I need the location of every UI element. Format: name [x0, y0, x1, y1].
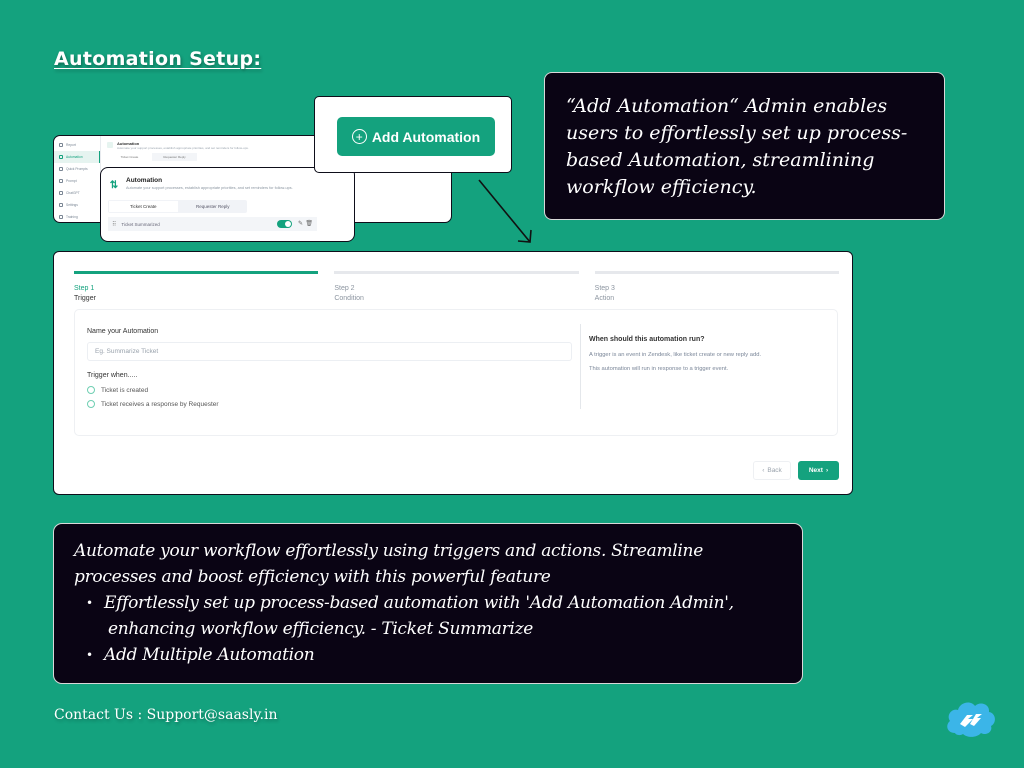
sidebar-item-label: Automation: [66, 155, 83, 159]
radio-button[interactable]: [87, 400, 95, 408]
automation-tabs: Ticket Create Requester Reply: [108, 200, 247, 213]
automation-title: Automation: [126, 177, 163, 184]
mini-tabs: Ticket Create Requester Reply: [107, 153, 197, 161]
tab-ticket-create[interactable]: Ticket Create: [107, 153, 152, 161]
next-label: Next: [808, 467, 823, 474]
step-trigger[interactable]: Step 1 Trigger: [74, 271, 319, 304]
step-progress-bar: [334, 271, 579, 274]
bullet-item: Add Multiple Automation: [74, 642, 786, 668]
mini-header: Automation Automate your support process…: [107, 141, 249, 150]
automation-subtitle: Automate your support processes, establi…: [126, 186, 293, 190]
bullet-text: Effortlessly set up process-based automa…: [104, 593, 734, 613]
contact-text: Contact Us : Support@saasly.in: [54, 707, 278, 723]
edit-icon[interactable]: ✎: [298, 220, 303, 227]
sidebar-item-automation[interactable]: Automation: [54, 151, 100, 163]
feature-description: Automate your workflow effortlessly usin…: [53, 523, 803, 684]
step-number: Step 3: [594, 285, 615, 292]
divider: [580, 324, 581, 409]
automation-list-item[interactable]: ⠿ Ticket Summarized ✎ 🗑: [108, 217, 317, 231]
automation-icon: [107, 142, 113, 148]
add-automation-label: Add Automation: [371, 128, 481, 145]
plus-circle-icon: +: [351, 129, 367, 144]
radio-button[interactable]: [87, 386, 95, 394]
bullet-item: Effortlessly set up process-based automa…: [74, 590, 786, 642]
radio-label: Ticket receives a response by Requester: [101, 400, 219, 408]
step-progress-bar: [594, 271, 839, 274]
back-label: Back: [767, 467, 782, 474]
sidebar-item-settings[interactable]: Settings: [54, 199, 100, 211]
automation-card-zoomed: ⇅ Automation Automate your support proce…: [100, 167, 355, 242]
trigger-form: Name your Automation Trigger when..... T…: [74, 309, 838, 436]
sidebar-item-report[interactable]: Report: [54, 139, 100, 151]
training-icon: [59, 215, 63, 219]
back-button[interactable]: ‹ Back: [753, 461, 791, 480]
automation-icon: ⇅: [109, 179, 119, 191]
add-automation-button[interactable]: + Add Automation: [337, 117, 495, 156]
sidebar-item-training[interactable]: Training: [54, 211, 100, 222]
step-number: Step 2: [334, 285, 355, 292]
tab-requester-reply[interactable]: Requester Reply: [152, 153, 197, 161]
bullet-text: Add Multiple Automation: [104, 645, 315, 665]
prompt-icon: [59, 179, 63, 183]
description-intro: Automate your workflow effortlessly usin…: [74, 541, 703, 587]
delete-icon[interactable]: 🗑: [305, 220, 313, 227]
enable-toggle[interactable]: [277, 220, 292, 228]
callout-box: “Add Automation“ Admin enables users to …: [544, 72, 945, 220]
chatgpt-icon: [59, 191, 63, 195]
chevron-left-icon: ‹: [762, 467, 765, 474]
tab-ticket-create[interactable]: Ticket Create: [109, 201, 178, 212]
info-text: A trigger is an event in Zendesk, like t…: [589, 352, 762, 358]
sidebar-item-quick-prompts[interactable]: Quick Prompts: [54, 163, 100, 175]
sidebar-item-label: Training: [66, 215, 78, 219]
mini-sidebar: Report Automation Quick Prompts Prompt C…: [54, 136, 101, 222]
sidebar-item-label: Report: [66, 143, 76, 147]
radio-label: Ticket is created: [101, 386, 149, 394]
step-condition[interactable]: Step 2 Condition: [334, 271, 579, 304]
sidebar-item-label: Prompt: [66, 179, 77, 183]
info-title: When should this automation run?: [589, 336, 705, 343]
next-button[interactable]: Next ›: [798, 461, 839, 480]
step-action[interactable]: Step 3 Action: [594, 271, 839, 304]
tab-requester-reply[interactable]: Requester Reply: [179, 200, 248, 213]
sidebar-item-prompt[interactable]: Prompt: [54, 175, 100, 187]
trigger-option-requester-response[interactable]: Ticket receives a response by Requester: [87, 400, 219, 408]
name-label: Name your Automation: [87, 328, 159, 335]
sidebar-item-label: Quick Prompts: [66, 167, 88, 171]
report-icon: [59, 143, 63, 147]
quick-prompts-icon: [59, 167, 63, 171]
drag-handle-icon[interactable]: ⠿: [112, 221, 117, 228]
step-name: Condition: [334, 295, 364, 302]
info-text: This automation will run in response to …: [589, 366, 729, 372]
pointer-arrow-icon: [478, 179, 532, 243]
settings-icon: [59, 203, 63, 207]
saasly-cloud-logo-icon: [947, 702, 995, 737]
bullet-text: enhancing workflow efficiency. - Ticket …: [108, 619, 533, 639]
automation-item-label: Ticket Summarized: [121, 221, 160, 227]
step-progress-bar: [74, 271, 319, 274]
automation-name-input[interactable]: [87, 342, 572, 361]
add-automation-popover: + Add Automation: [314, 96, 512, 173]
sidebar-item-label: ChatGPT: [66, 191, 80, 195]
feature-bullets: Effortlessly set up process-based automa…: [74, 590, 786, 668]
automation-icon: [59, 155, 63, 159]
sidebar-item-chatgpt[interactable]: ChatGPT: [54, 187, 100, 199]
trigger-option-ticket-created[interactable]: Ticket is created: [87, 386, 148, 394]
trigger-label: Trigger when.....: [87, 372, 138, 379]
stepper: Step 1 Trigger Step 2 Condition Step 3 A…: [74, 271, 839, 304]
step-name: Trigger: [74, 295, 96, 302]
step-name: Action: [594, 295, 615, 302]
sidebar-item-label: Settings: [66, 203, 78, 207]
mini-header-subtitle: Automate your support processes, establi…: [117, 146, 249, 150]
page-title: Automation Setup:: [54, 48, 262, 70]
step-number: Step 1: [74, 285, 95, 292]
chevron-right-icon: ›: [825, 467, 829, 474]
automation-wizard: Step 1 Trigger Step 2 Condition Step 3 A…: [53, 251, 853, 495]
